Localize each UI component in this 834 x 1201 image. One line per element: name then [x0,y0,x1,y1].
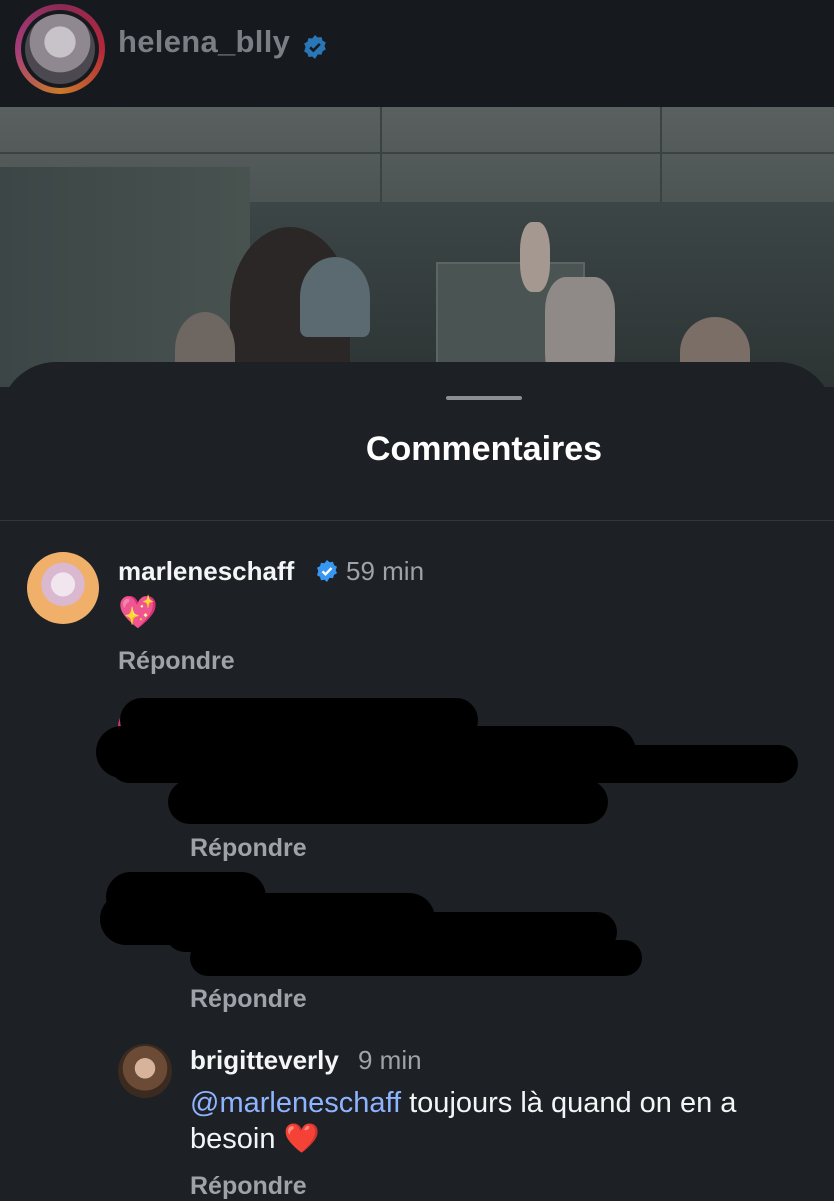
comment-text-line2: besoin [190,1123,276,1155]
post-author-username[interactable]: helena_blly [118,24,290,60]
comment-text-line1: toujours là quand on en a [409,1087,737,1119]
sheet-title: Commentaires [365,430,603,468]
mention-link[interactable]: @marleneschaff [190,1087,401,1119]
verified-badge-icon [304,35,326,59]
comment-text: @marleneschaff toujours là quand on en a… [190,1085,830,1157]
reply-button[interactable]: Répondre [118,647,235,676]
reply-button[interactable]: Répondre [190,1172,307,1201]
comment-username[interactable]: brigitteverly [190,1045,339,1076]
comment-username[interactable]: marleneschaff [118,556,294,587]
divider [0,520,834,521]
verified-badge-icon [317,560,337,582]
avatar[interactable] [118,1044,172,1098]
reply-button[interactable]: Répondre [190,985,307,1014]
reply-button[interactable]: Répondre [190,834,307,863]
video-preview[interactable] [0,107,834,387]
profile-photo [25,14,95,84]
heart-emoji: ❤️ [283,1123,320,1155]
story-avatar[interactable] [15,4,105,94]
avatar[interactable] [27,552,99,624]
comment-time: 9 min [358,1045,422,1075]
comment-text: 💖 [118,594,158,630]
sheet-drag-handle[interactable] [446,396,522,400]
post-header: helena_blly [0,0,834,107]
comment-time: 59 min [346,556,425,586]
